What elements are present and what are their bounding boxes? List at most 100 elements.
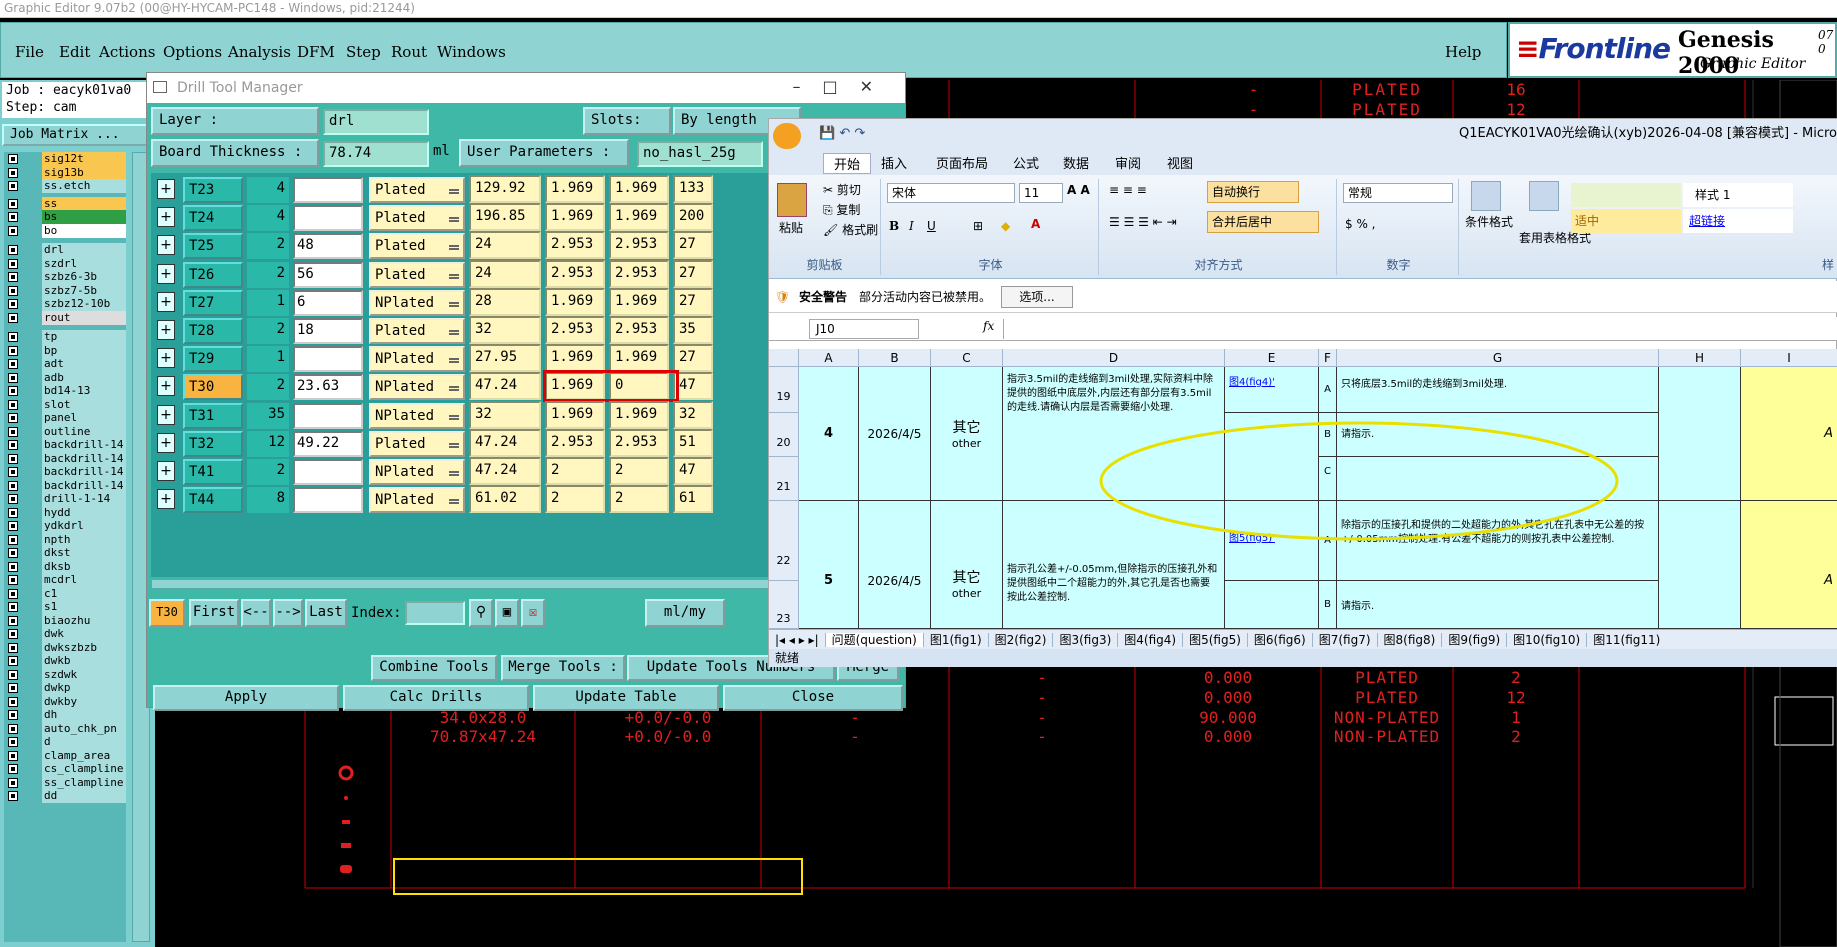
tab-review[interactable]: 审阅 bbox=[1115, 153, 1141, 172]
layer-name[interactable]: rout bbox=[42, 310, 126, 325]
layer-name[interactable]: backdrill-14 bbox=[42, 478, 126, 493]
sheet-tab[interactable]: 图9(fig9) bbox=[1441, 633, 1507, 647]
extra-column-input[interactable]: 27 bbox=[673, 287, 713, 316]
layer-row[interactable]: ss.etch bbox=[4, 179, 126, 193]
cell-e-empty[interactable] bbox=[1225, 581, 1319, 629]
layer-row[interactable]: biaozhu bbox=[4, 613, 126, 628]
tab-formulas[interactable]: 公式 bbox=[1013, 153, 1039, 172]
fill-color-icon[interactable]: ◆ bbox=[1001, 219, 1010, 233]
close-button[interactable]: Close bbox=[723, 685, 903, 711]
layer-name[interactable]: hydd bbox=[42, 505, 126, 520]
extra-column-input[interactable]: 27 bbox=[673, 344, 713, 373]
layer-checkbox[interactable] bbox=[8, 440, 18, 450]
row-header[interactable]: 21 bbox=[769, 457, 799, 501]
layer-checkbox[interactable] bbox=[8, 386, 18, 396]
align-left-icon[interactable]: ☰ ☰ ☰ ⇤ ⇥ bbox=[1109, 215, 1177, 229]
layer-row[interactable]: panel bbox=[4, 411, 126, 425]
font-name-select[interactable]: 宋体 bbox=[887, 183, 1015, 203]
cell-a-item[interactable]: 4 bbox=[799, 367, 859, 501]
expand-icon[interactable]: + bbox=[157, 461, 175, 481]
layer-name[interactable]: backdrill-14 bbox=[42, 438, 126, 452]
layer-name[interactable]: szdwk bbox=[42, 667, 126, 682]
cell-c-category[interactable]: 其它 other bbox=[931, 501, 1003, 629]
tool-name[interactable]: T24 bbox=[183, 205, 243, 232]
board-thickness-input[interactable]: 78.74 bbox=[323, 141, 429, 167]
menu-options[interactable]: Options bbox=[163, 43, 222, 61]
expand-icon[interactable]: + bbox=[157, 320, 175, 340]
tol-plus-input[interactable]: 2.953 bbox=[545, 316, 605, 344]
plating-select[interactable]: NPlated bbox=[369, 487, 465, 514]
layer-name[interactable]: bs bbox=[42, 210, 126, 224]
layer-checkbox[interactable] bbox=[8, 167, 18, 178]
cell-g-empty[interactable] bbox=[1337, 457, 1659, 501]
cell-e-link[interactable]: 图5(fig5)' bbox=[1225, 501, 1319, 581]
layer-row[interactable]: backdrill-14 bbox=[4, 478, 126, 493]
menu-help[interactable]: Help bbox=[1445, 43, 1481, 61]
row-header[interactable]: 20 bbox=[769, 413, 799, 457]
layer-name[interactable]: sig12t bbox=[42, 152, 126, 166]
layer-name[interactable]: sig13b bbox=[42, 165, 126, 180]
layer-name[interactable]: adt bbox=[42, 357, 126, 371]
layer-row[interactable]: dd bbox=[4, 789, 126, 803]
layer-row[interactable]: c1 bbox=[4, 586, 126, 601]
col-header[interactable]: I bbox=[1741, 349, 1837, 367]
layer-row[interactable]: npth bbox=[4, 532, 126, 547]
cell-d-question[interactable]: 指示孔公差+/-0.05mm,但除指示的压接孔外和提供图纸中二个超能力的外,其它… bbox=[1003, 501, 1225, 629]
tool-name[interactable]: T31 bbox=[183, 402, 243, 429]
col-header[interactable]: G bbox=[1337, 349, 1659, 367]
layer-row[interactable]: sig13b bbox=[4, 165, 126, 180]
sheet-tab[interactable]: 图11(fig11) bbox=[1586, 633, 1667, 647]
layer-name[interactable]: outline bbox=[42, 424, 126, 439]
prev-button[interactable]: <-- bbox=[241, 599, 271, 627]
tol-minus-input[interactable]: 1.969 bbox=[609, 203, 669, 232]
layer-name[interactable]: bd14-13 bbox=[42, 384, 126, 398]
font-color-icon[interactable]: A bbox=[1031, 217, 1040, 231]
sheet-tab[interactable]: 问题(question) bbox=[824, 633, 923, 647]
cell-h[interactable] bbox=[1659, 501, 1741, 629]
conditional-format-icon[interactable] bbox=[1471, 181, 1501, 211]
tol-plus-input[interactable]: 1.969 bbox=[545, 400, 605, 429]
next-button[interactable]: --> bbox=[273, 599, 303, 627]
col-header[interactable]: D bbox=[1003, 349, 1225, 367]
layer-checkbox[interactable] bbox=[8, 696, 18, 707]
cell-f-option[interactable]: A bbox=[1319, 367, 1337, 413]
percent-icon[interactable]: $ % , bbox=[1345, 217, 1375, 231]
layer-name[interactable]: adb bbox=[42, 370, 126, 385]
plating-select[interactable]: Plated bbox=[369, 318, 465, 344]
sheet-tab[interactable]: 图4(fig4) bbox=[1117, 633, 1183, 647]
layer-checkbox[interactable] bbox=[8, 494, 18, 504]
tol-plus-input[interactable]: 2 bbox=[545, 457, 605, 485]
layer-row[interactable]: ss bbox=[4, 196, 126, 211]
conditional-format-button[interactable]: 条件格式 bbox=[1465, 213, 1513, 230]
drill-size-input[interactable]: 47.24 bbox=[469, 457, 541, 485]
finish-size-input[interactable]: 23.63 bbox=[293, 374, 363, 401]
tol-plus-input[interactable]: 1.969 bbox=[545, 203, 605, 232]
layer-name[interactable]: drill-1-14 bbox=[42, 492, 126, 506]
layer-name[interactable]: szbz7-5b bbox=[42, 283, 126, 298]
row-header[interactable]: 19 bbox=[769, 367, 799, 413]
col-header[interactable]: H bbox=[1659, 349, 1741, 367]
finish-size-input[interactable]: 56 bbox=[293, 261, 363, 288]
layer-name[interactable]: dwkby bbox=[42, 694, 126, 709]
layer-checkbox[interactable] bbox=[8, 467, 18, 477]
layer-row[interactable]: cs_clampline bbox=[4, 762, 126, 776]
tool-name[interactable]: T30 bbox=[183, 374, 243, 401]
copy-button[interactable]: ⎘ 复制 bbox=[823, 201, 860, 218]
unit-select[interactable]: ml/my bbox=[645, 599, 725, 627]
layer-checkbox[interactable] bbox=[8, 480, 18, 491]
cell-c-category[interactable]: 其它 other bbox=[931, 367, 1003, 501]
menu-rout[interactable]: Rout bbox=[391, 43, 427, 61]
update-table-button[interactable]: Update Table bbox=[533, 685, 719, 711]
extra-column-input[interactable]: 200 bbox=[673, 203, 713, 232]
underline-icon[interactable]: U bbox=[927, 219, 936, 233]
last-button[interactable]: Last bbox=[305, 599, 347, 627]
tool-name[interactable]: T32 bbox=[183, 430, 243, 457]
layer-row[interactable]: adb bbox=[4, 370, 126, 385]
plating-select[interactable]: Plated bbox=[369, 430, 465, 457]
layer-row[interactable]: dwkb bbox=[4, 654, 126, 668]
finish-size-input[interactable] bbox=[293, 402, 363, 429]
wrap-text-button[interactable]: 自动换行 bbox=[1207, 181, 1299, 203]
font-size-select[interactable]: 11 bbox=[1019, 183, 1063, 203]
layer-name[interactable]: slot bbox=[42, 397, 126, 412]
layer-checkbox[interactable] bbox=[8, 181, 18, 191]
